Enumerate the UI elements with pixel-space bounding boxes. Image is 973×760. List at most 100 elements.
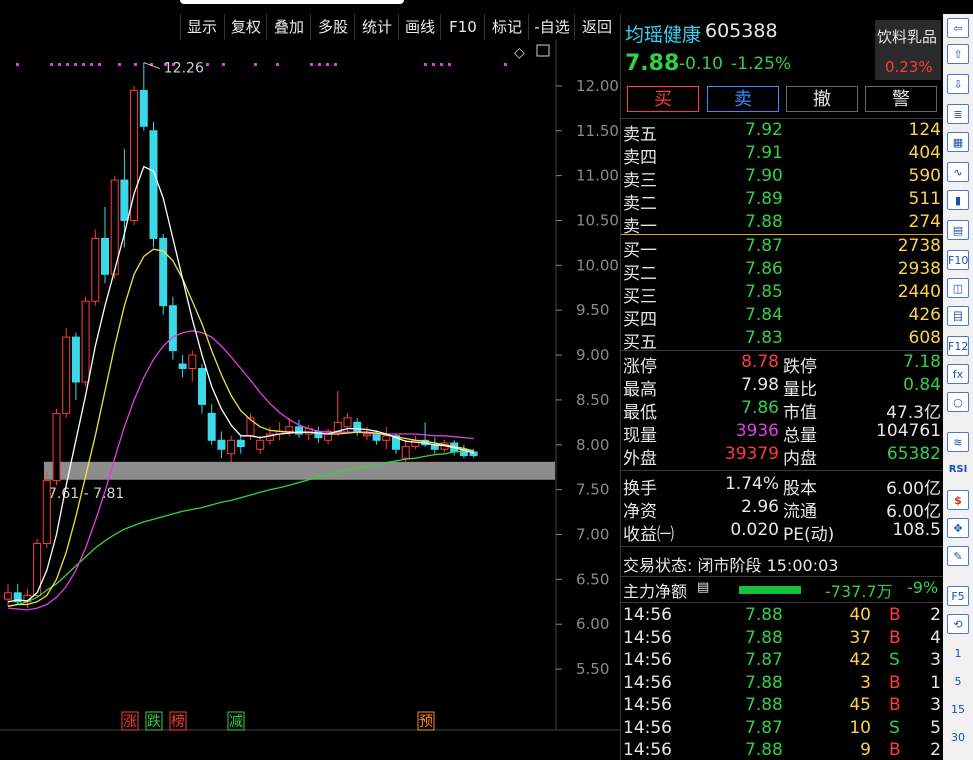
- toolbar-button-8[interactable]: -自选: [528, 14, 575, 40]
- candle-body[interactable]: [42, 480, 51, 544]
- toolbar-button-2[interactable]: 叠加: [266, 14, 311, 40]
- candle-body[interactable]: [256, 439, 265, 450]
- candle-icon[interactable]: ▮: [947, 190, 969, 210]
- rsi-icon[interactable]: RSI: [947, 460, 969, 480]
- candle-body[interactable]: [71, 336, 80, 383]
- book-price[interactable]: 7.90: [745, 166, 783, 186]
- toolbar-button-9[interactable]: 返回: [574, 14, 619, 40]
- candle-body[interactable]: [62, 336, 71, 414]
- book-price[interactable]: 7.88: [745, 212, 783, 232]
- candle-body[interactable]: [382, 435, 391, 441]
- candle-body[interactable]: [362, 433, 371, 437]
- candle-body[interactable]: [227, 439, 236, 455]
- dollar-icon[interactable]: $: [947, 490, 969, 510]
- period-1[interactable]: 1: [947, 644, 969, 664]
- toolbar-button-4[interactable]: 统计: [354, 14, 399, 40]
- candle-body[interactable]: [207, 412, 216, 441]
- book-label: 卖五: [623, 125, 657, 145]
- grid-icon[interactable]: ▦: [947, 132, 969, 152]
- price-tick-label: 6.50: [576, 570, 609, 588]
- candle-body[interactable]: [372, 433, 381, 441]
- window-icon[interactable]: ▤: [947, 220, 969, 240]
- tick-side: B: [889, 695, 901, 715]
- book-price[interactable]: 7.84: [745, 305, 783, 325]
- book-price[interactable]: 7.85: [745, 282, 783, 302]
- diamond-icon[interactable]: ◇: [514, 45, 525, 61]
- tick-time: 14:56: [623, 717, 672, 738]
- back-arrow-icon[interactable]: ⇦: [947, 18, 969, 38]
- list-icon[interactable]: ≣: [947, 104, 969, 124]
- event-marker[interactable]: 涨: [123, 714, 137, 730]
- formula-icon[interactable]: fx: [947, 364, 969, 384]
- cancel-button[interactable]: 撤: [786, 86, 858, 112]
- book-price[interactable]: 7.87: [745, 236, 783, 256]
- notes-icon[interactable]: 目: [947, 306, 969, 326]
- list-icon[interactable]: ▤: [697, 580, 709, 595]
- candle-body[interactable]: [217, 439, 226, 450]
- period-5[interactable]: 5: [947, 672, 969, 692]
- candle-body[interactable]: [52, 412, 61, 482]
- page-icon[interactable]: ◫: [947, 278, 969, 298]
- tick-volume: 40: [849, 605, 871, 625]
- book-price[interactable]: 7.89: [745, 189, 783, 209]
- candle-body[interactable]: [168, 305, 177, 352]
- alert-button[interactable]: 警: [865, 86, 937, 112]
- candle-body[interactable]: [81, 300, 90, 383]
- candle-body[interactable]: [139, 89, 148, 127]
- candle-body[interactable]: [236, 439, 245, 448]
- period-15[interactable]: 15: [947, 700, 969, 720]
- candle-body[interactable]: [178, 363, 187, 370]
- sector-box[interactable]: 饮料乳品 0.23%: [875, 20, 941, 80]
- candle-body[interactable]: [91, 237, 100, 302]
- book-price[interactable]: 7.92: [745, 120, 783, 140]
- toolbar-button-3[interactable]: 多股: [310, 14, 355, 40]
- move-icon[interactable]: ✥: [947, 518, 969, 538]
- stock-name: 均瑶健康: [625, 24, 702, 46]
- candle-body[interactable]: [159, 237, 168, 307]
- quote-panel: 均瑶健康 605388 7.88 -0.10 -1.25% 饮料乳品 0.23%…: [620, 14, 943, 760]
- candle-body[interactable]: [285, 426, 294, 432]
- pen-icon[interactable]: ✎: [947, 546, 969, 566]
- right-toolbar: ⇦ ⇧ ⇩ ≣ ▦ ∿ ▮ ▤ F10 ◫ 目 F12 fx ○ ≋ RSI $ ✥ ✎ F5 ⟲ 1 5 15 30: [943, 14, 973, 760]
- candle-body[interactable]: [198, 368, 206, 405]
- event-marker[interactable]: 预: [419, 714, 433, 730]
- candle-body[interactable]: [4, 592, 12, 600]
- book-price[interactable]: 7.83: [745, 328, 783, 348]
- wave-icon[interactable]: ≋: [947, 432, 969, 452]
- down-arrow-icon[interactable]: ⇩: [947, 74, 969, 94]
- candle-body[interactable]: [353, 421, 362, 432]
- f12-icon[interactable]: F12: [947, 336, 969, 356]
- candle-body[interactable]: [130, 89, 139, 221]
- candle-body[interactable]: [343, 417, 352, 428]
- candle-body[interactable]: [101, 237, 109, 275]
- book-volume: 608: [908, 328, 941, 348]
- candle-body[interactable]: [188, 354, 197, 370]
- circle-icon[interactable]: ○: [947, 392, 969, 412]
- candle-body[interactable]: [401, 446, 410, 459]
- candle-body[interactable]: [246, 417, 255, 437]
- toolbar-button-1[interactable]: 复权: [224, 14, 267, 40]
- candle-body[interactable]: [149, 130, 158, 239]
- event-marker[interactable]: 跌: [147, 714, 161, 730]
- window-icon[interactable]: [536, 44, 550, 57]
- f10-icon[interactable]: F10: [947, 250, 969, 270]
- event-marker[interactable]: 减: [229, 714, 243, 730]
- toolbar-button-5[interactable]: 画线: [398, 14, 441, 40]
- f5-icon[interactable]: F5: [947, 586, 969, 606]
- trend-icon[interactable]: ∿: [947, 162, 969, 182]
- event-marker[interactable]: 榜: [171, 713, 185, 730]
- candle-body[interactable]: [120, 179, 129, 221]
- tick-side: B: [889, 627, 901, 648]
- book-price[interactable]: 7.86: [745, 259, 783, 279]
- toolbar-button-7[interactable]: 标记: [484, 14, 529, 40]
- buy-button[interactable]: 买: [627, 86, 699, 112]
- toolbar-button-0[interactable]: 显示: [180, 14, 223, 40]
- toolbar-button-6[interactable]: F10: [440, 14, 485, 40]
- candlestick-chart[interactable]: 12.00 11.50 11.00 10.50 10.00 9.50 9.00 8.50 8.0…: [0, 40, 620, 760]
- refresh-icon[interactable]: ⟲: [947, 614, 969, 634]
- sell-button[interactable]: 卖: [707, 86, 779, 112]
- book-price[interactable]: 7.91: [745, 143, 783, 163]
- up-arrow-icon[interactable]: ⇧: [947, 44, 969, 64]
- period-30[interactable]: 30: [947, 728, 969, 748]
- stat-label: 涨停: [623, 357, 657, 377]
